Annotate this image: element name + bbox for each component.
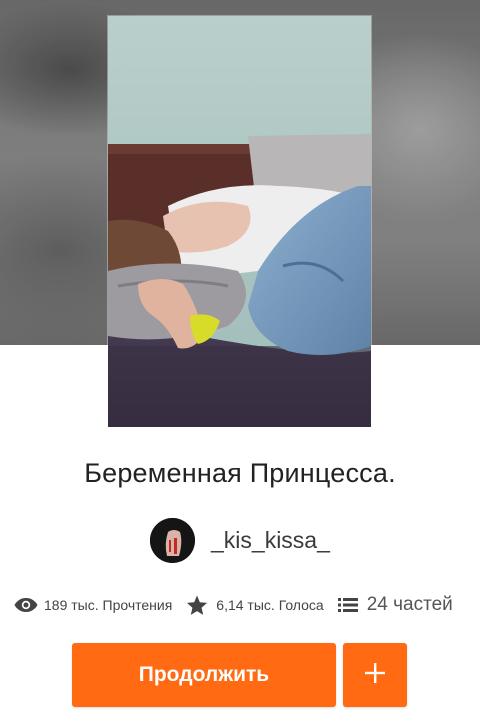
author-avatar[interactable] bbox=[150, 517, 195, 563]
story-title: Беременная Принцесса. bbox=[84, 458, 396, 488]
parts-stat[interactable]: 24 частей bbox=[337, 594, 453, 616]
reads-stat: 189 тыс. Прочтения bbox=[14, 597, 172, 613]
reads-count: 189 тыс. Прочтения bbox=[44, 597, 173, 613]
eye-icon bbox=[14, 597, 38, 613]
votes-stat: 6,14 тыс. Голоса bbox=[186, 594, 324, 616]
list-icon bbox=[337, 597, 358, 613]
continue-button-label: Продолжить bbox=[138, 663, 270, 686]
story-stats: 189 тыс. Прочтения 6,14 тыс. Голоса 24 ч… bbox=[14, 590, 474, 620]
author-name[interactable]: _kis_kissa_ bbox=[211, 527, 330, 554]
author-row[interactable]: _kis_kissa_ bbox=[150, 517, 330, 563]
continue-reading-button[interactable]: Продолжить bbox=[72, 643, 336, 707]
plus-icon bbox=[364, 662, 386, 689]
story-cover-image[interactable] bbox=[108, 16, 371, 427]
votes-count: 6,14 тыс. Голоса bbox=[216, 597, 324, 613]
star-icon bbox=[186, 594, 208, 616]
parts-count[interactable]: 24 частей bbox=[367, 594, 453, 616]
story-detail-screen: Беременная Принцесса. _kis_kissa_ 189 ты… bbox=[0, 0, 480, 728]
add-to-library-button[interactable] bbox=[343, 643, 407, 707]
